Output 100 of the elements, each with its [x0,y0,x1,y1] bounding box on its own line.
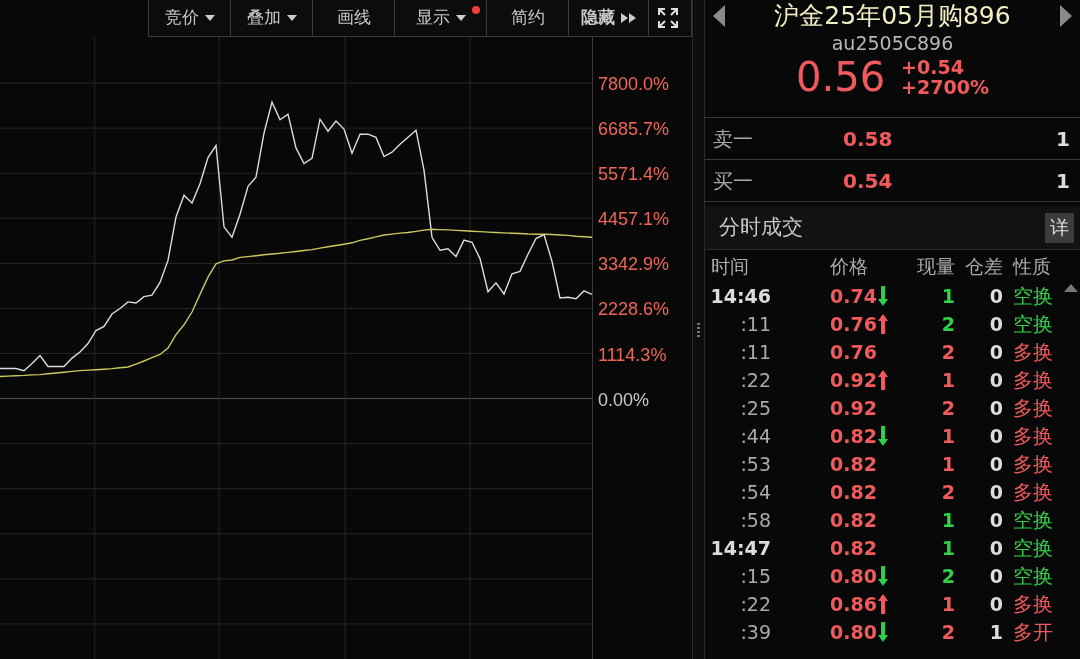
nature-cell-text: 多换 [1013,367,1053,394]
time-cell-text: :11 [740,311,771,337]
price-cell-text: 0.74 [830,283,877,309]
time-cell-text: :44 [740,423,771,449]
volume-cell-text: 1 [941,507,955,533]
fullscreen-icon [657,7,679,29]
double-arrow-icon [620,13,637,23]
axis-label: 6685.7% [598,119,670,140]
section-title: 分时成交 [719,213,803,241]
previous-arrow[interactable] [713,5,725,27]
oi-change-cell-text: 0 [989,591,1003,617]
axis-label: 2228.6% [598,299,670,320]
time-cell-text: :39 [740,619,771,645]
nature-cell-text: 空换 [1013,507,1053,534]
price-cell-text: 0.86 [830,591,877,617]
instrument-name: 沪金25年05月购896 [774,0,1011,32]
volume-cell-text: 2 [941,479,955,505]
column-header: 时间 [711,253,750,279]
volume-cell-text: 1 [941,367,955,393]
time-cell-text: :54 [740,479,771,505]
price-cell-text: 0.82 [830,423,877,449]
column-header: 现量 [916,253,955,279]
toolbar-button[interactable]: 竞价 [149,0,231,36]
nature-cell-text: 空换 [1013,563,1053,590]
next-arrow[interactable] [1060,5,1072,27]
time-cell-text: :22 [740,367,771,393]
percent-change: +2700% [901,77,989,97]
toolbar-button[interactable]: 叠加 [231,0,313,36]
axis-label: 5571.4% [598,164,670,185]
time-cell-text: 14:47 [710,535,771,561]
column-header: 仓差 [964,253,1003,279]
oi-change-cell-text: 0 [989,451,1003,477]
order-price: 0.58 [843,125,893,153]
nature-cell-text: 多换 [1013,591,1053,618]
volume-cell-text: 1 [941,451,955,477]
scroll-up-icon[interactable] [1064,284,1078,292]
nature-cell-text: 多换 [1013,395,1053,422]
time-cell-text: :22 [740,591,771,617]
volume-cell-text: 2 [941,563,955,589]
axis-label: 4457.1% [598,209,670,230]
price-cell-text: 0.76 [830,311,877,337]
oi-change-cell-text: 1 [989,619,1003,645]
time-cell-text: :53 [740,451,771,477]
last-price: 0.56 [796,54,886,100]
column-header: 性质 [1011,253,1052,279]
nature-cell-text: 多换 [1013,423,1053,450]
grip-icon[interactable] [697,322,700,337]
price-cell-text: 0.80 [830,563,877,589]
price-cell-text: 0.76 [830,339,877,365]
volume-cell-text: 2 [941,619,955,645]
oi-change-cell-text: 0 [989,479,1003,505]
nature-cell-text: 多换 [1013,451,1053,478]
volume-cell-text: 2 [941,395,955,421]
axis-label: 1114.3% [598,344,667,365]
nature-cell-text: 多开 [1013,619,1053,646]
oi-change-cell-text: 0 [989,507,1003,533]
price-cell-text: 0.92 [830,367,877,393]
volume-cell-text: 1 [941,423,955,449]
price-cell-text: 0.82 [830,535,877,561]
time-cell-text: :15 [740,563,771,589]
toolbar-button[interactable]: 简约 [487,0,569,36]
time-cell-text: :25 [740,395,771,421]
detail-button[interactable]: 详 [1045,212,1074,243]
instrument-code: au2505C896 [831,32,954,54]
oi-change-cell-text: 0 [989,283,1003,309]
volume-cell-text: 1 [941,591,955,617]
price-cell-text: 0.82 [830,479,877,505]
toolbar-button[interactable]: 隐藏 [569,0,649,36]
oi-change-cell-text: 0 [989,423,1003,449]
time-cell-text: 14:46 [710,283,771,309]
volume-cell-text: 2 [941,311,955,337]
time-cell-text: :11 [740,339,771,365]
toolbar-button[interactable]: 画线 [313,0,395,36]
axis-label: 0.00% [598,389,650,410]
nature-cell-text: 空换 [1013,311,1053,338]
price-change: +0.54 [901,57,965,77]
column-header: 价格 [829,253,869,279]
order-level: 买一 [713,167,754,195]
nature-cell-text: 多换 [1013,479,1053,506]
toolbar-button[interactable]: 显示 [395,0,487,36]
price-cell-text: 0.82 [830,507,877,533]
oi-change-cell-text: 0 [989,367,1003,393]
axis-label: 7800.0% [598,74,670,95]
nature-cell-text: 多换 [1013,339,1053,366]
nature-cell-text: 空换 [1013,283,1053,310]
price-cell-text: 0.82 [830,451,877,477]
price-cell-text: 0.80 [830,619,877,645]
volume-cell-text: 1 [941,535,955,561]
volume-cell-text: 1 [941,283,955,309]
nature-cell-text: 空换 [1013,535,1053,562]
oi-change-cell-text: 0 [989,535,1003,561]
oi-change-cell-text: 0 [989,395,1003,421]
order-volume: 1 [1056,125,1070,153]
volume-cell-text: 2 [941,339,955,365]
oi-change-cell-text: 0 [989,563,1003,589]
oi-change-cell-text: 0 [989,339,1003,365]
axis-label: 3342.9% [598,254,670,275]
price-cell-text: 0.92 [830,395,877,421]
order-volume: 1 [1056,167,1070,195]
oi-change-cell-text: 0 [989,311,1003,337]
